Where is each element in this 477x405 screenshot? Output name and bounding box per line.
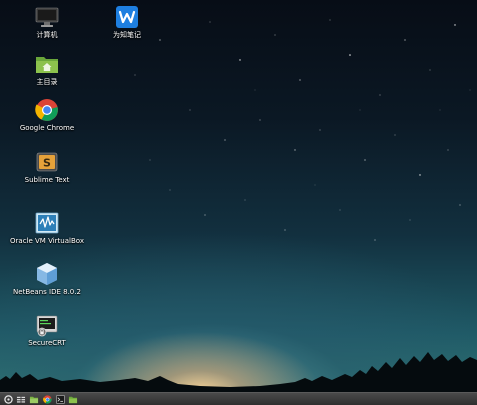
desktop-icon-label: 为知笔记 xyxy=(113,31,141,39)
home-folder-icon xyxy=(36,57,58,73)
taskbar-menu-button[interactable] xyxy=(3,394,13,404)
taskbar-folder-button[interactable] xyxy=(68,394,78,404)
virtualbox-icon xyxy=(35,212,59,234)
desktop-icon-sublime-text[interactable]: S Sublime Text xyxy=(0,150,95,185)
taskbar-chrome-button[interactable] xyxy=(42,394,52,404)
desktop-screen: 计算机 为知笔记 主目录 Google Chrome S Sublime Tex… xyxy=(0,0,477,405)
taskbar-terminal-button[interactable] xyxy=(55,394,65,404)
securecrt-icon xyxy=(36,315,58,337)
desktop-icon-label: NetBeans IDE 8.0.2 xyxy=(13,288,81,296)
desktop-icon-securecrt[interactable]: SecureCRT xyxy=(0,313,95,348)
computer-icon xyxy=(35,7,59,27)
desktop-icon-label: Google Chrome xyxy=(19,124,75,132)
desktop-icon-netbeans[interactable]: NetBeans IDE 8.0.2 xyxy=(0,262,95,297)
terminal-icon xyxy=(55,394,65,404)
desktop-icon-google-chrome[interactable]: Google Chrome xyxy=(0,98,95,133)
folder-icon xyxy=(68,396,78,403)
netbeans-icon xyxy=(37,263,57,285)
desktop-icon-virtualbox[interactable]: Oracle VM VirtualBox xyxy=(0,211,95,246)
show-desktop-icon xyxy=(16,396,26,403)
desktop-icon-label: 主目录 xyxy=(36,78,58,86)
chrome-icon xyxy=(42,394,52,404)
desktop-icon-wiznote[interactable]: 为知笔记 xyxy=(79,5,175,40)
file-manager-icon xyxy=(29,396,39,403)
taskbar-show-desktop-button[interactable] xyxy=(16,394,26,404)
menu-icon xyxy=(3,394,13,404)
taskbar xyxy=(0,392,477,405)
desktop-icon-label: Oracle VM VirtualBox xyxy=(10,237,84,245)
desktop-icon-label: 计算机 xyxy=(36,31,58,39)
taskbar-file-manager-button[interactable] xyxy=(29,394,39,404)
desktop-icon-label: Sublime Text xyxy=(24,176,70,184)
sublime-text-icon: S xyxy=(36,152,58,172)
svg-text:S: S xyxy=(43,157,51,170)
desktop-icon-label: SecureCRT xyxy=(28,339,66,347)
chrome-icon xyxy=(35,99,58,121)
desktop-icon-home-folder[interactable]: 主目录 xyxy=(0,52,95,87)
wiznote-icon xyxy=(116,6,138,28)
